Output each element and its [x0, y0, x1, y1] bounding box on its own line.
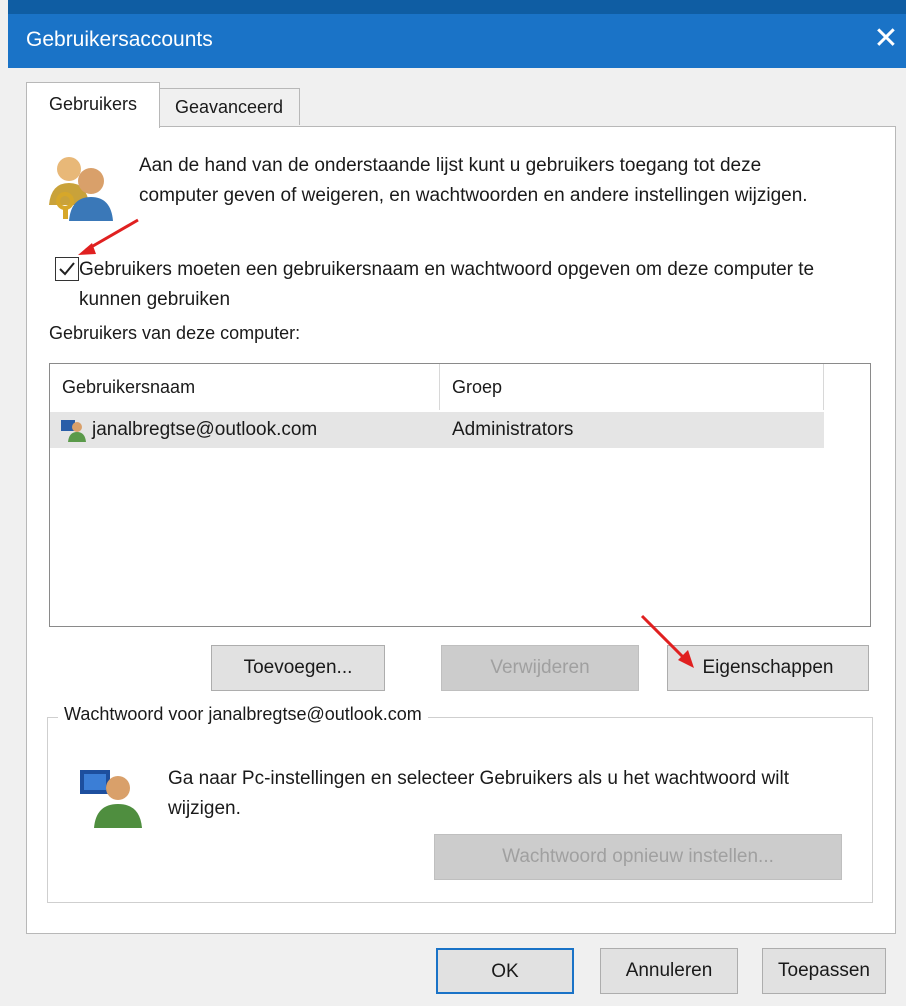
- user-icon: [80, 770, 142, 828]
- reset-password-button[interactable]: Wachtwoord opnieuw instellen...: [434, 834, 842, 880]
- require-login-label[interactable]: Gebruikers moeten een gebruikersnaam en …: [79, 255, 869, 315]
- tab-panel: Aan de hand van de onderstaande lijst ku…: [26, 126, 896, 934]
- background-strip: [8, 0, 906, 14]
- cancel-button[interactable]: Annuleren: [600, 948, 738, 994]
- user-accounts-window: Gebruikersaccounts ✕ Gebruikers Geavance…: [8, 0, 906, 1006]
- annotation-arrow-checkbox: [78, 218, 139, 255]
- column-header-group[interactable]: Groep: [440, 364, 824, 410]
- close-button[interactable]: ✕: [866, 22, 906, 60]
- user-list[interactable]: Gebruikersnaam Groep janalbregtse@outloo…: [49, 363, 871, 627]
- add-user-button[interactable]: Toevoegen...: [211, 645, 385, 691]
- username-cell: janalbregtse@outlook.com: [92, 419, 318, 440]
- tab-gebruikers[interactable]: Gebruikers: [26, 82, 160, 128]
- users-icon: [49, 157, 113, 221]
- password-group-label: Wachtwoord voor janalbregtse@outlook.com: [58, 704, 428, 725]
- group-cell: Administrators: [452, 419, 574, 440]
- remove-user-button[interactable]: Verwijderen: [441, 645, 639, 691]
- column-header-username[interactable]: Gebruikersnaam: [50, 364, 440, 410]
- table-row[interactable]: janalbregtse@outlook.com Administrators: [50, 412, 824, 448]
- tab-geavanceerd[interactable]: Geavanceerd: [158, 88, 300, 125]
- title-bar[interactable]: Gebruikersaccounts ✕: [8, 14, 906, 68]
- annotation-arrow-properties: [640, 614, 694, 668]
- user-list-caption: Gebruikers van deze computer:: [49, 323, 301, 343]
- user-account-icon: [61, 420, 86, 442]
- apply-button[interactable]: Toepassen: [762, 948, 886, 994]
- password-group-text: Ga naar Pc-instellingen en selecteer Geb…: [168, 768, 789, 819]
- ok-button[interactable]: OK: [436, 948, 574, 994]
- password-group: Wachtwoord voor janalbregtse@outlook.com…: [47, 704, 873, 903]
- require-login-checkbox[interactable]: [55, 257, 79, 281]
- intro-text: Aan de hand van de onderstaande lijst ku…: [139, 155, 808, 206]
- checkmark-icon: [59, 262, 75, 276]
- window-title: Gebruikersaccounts: [26, 28, 213, 51]
